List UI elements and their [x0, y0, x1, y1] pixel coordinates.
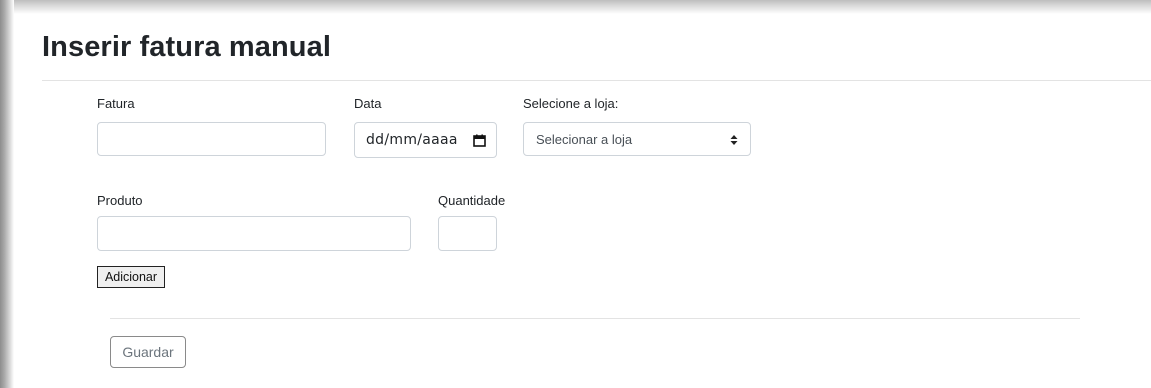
add-button[interactable]: Adicionar — [97, 266, 165, 288]
product-input[interactable] — [97, 216, 411, 251]
quantity-input[interactable] — [438, 216, 497, 251]
calendar-icon[interactable] — [473, 134, 486, 147]
store-select-value: Selecionar a loja — [536, 131, 633, 147]
window-shadow-left — [0, 0, 14, 388]
quantity-label: Quantidade — [438, 193, 506, 208]
sort-icon — [730, 133, 738, 145]
store-label: Selecione a loja: — [523, 96, 619, 111]
page-title: Inserir fatura manual — [42, 31, 331, 63]
product-label: Produto — [97, 193, 143, 208]
invoice-input[interactable] — [97, 122, 326, 156]
date-value: dd/mm/aaaa — [366, 132, 458, 148]
app-window: Inserir fatura manual Fatura Data dd/mm/… — [0, 0, 1151, 388]
date-label: Data — [354, 96, 382, 111]
store-select[interactable]: Selecionar a loja — [523, 122, 751, 156]
window-shadow-top — [0, 0, 1151, 14]
date-input[interactable]: dd/mm/aaaa — [354, 122, 497, 158]
invoice-label: Fatura — [97, 96, 135, 111]
save-button[interactable]: Guardar — [110, 336, 186, 368]
form-divider — [110, 318, 1080, 319]
title-divider — [42, 80, 1151, 81]
